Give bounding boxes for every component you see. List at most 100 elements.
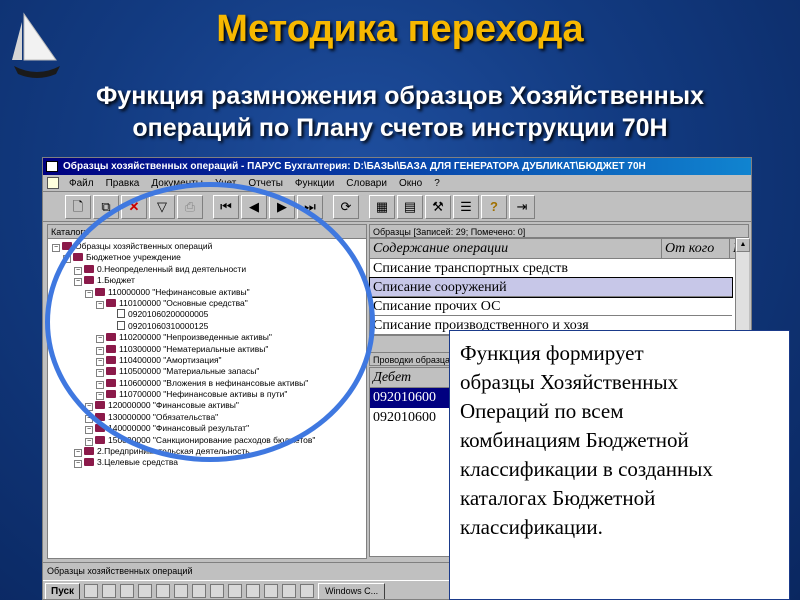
tree-node[interactable]: − 110300000 "Нематериальные активы" [52,344,366,355]
expand-toggle-icon[interactable]: − [85,289,93,298]
menu-reports[interactable]: Отчеты [242,178,289,189]
delete-icon[interactable]: ✕ [121,194,147,219]
accounts-chart-icon[interactable]: ☰ [453,194,479,219]
expand-toggle-icon[interactable]: − [96,357,104,366]
column-operation-content[interactable]: Содержание операции [370,239,662,258]
book-icon [84,276,94,285]
expand-toggle-icon[interactable]: − [74,278,82,287]
menu-documents[interactable]: Документы [145,178,209,189]
next-record-icon[interactable]: ▶ [269,194,295,219]
quick-launch-icon[interactable] [192,584,207,598]
column-debit[interactable]: Дебет [370,368,458,388]
tree-node[interactable]: − 130000000 "Обязательства" [52,412,366,423]
help-icon[interactable]: ? [481,194,507,219]
quick-launch-icon[interactable] [84,584,99,598]
start-button[interactable]: Пуск [45,582,81,599]
tree-node[interactable]: 09201060310000125 [52,320,366,332]
table-row[interactable]: Списание прочих ОС [370,297,732,316]
tree-node[interactable]: − 2.Предпринимательская деятельность [52,446,366,458]
tools-icon[interactable]: ⚒ [425,194,451,219]
menu-file[interactable]: Файл [63,178,100,189]
expand-toggle-icon[interactable]: − [63,255,71,264]
menu-dictionaries[interactable]: Словари [340,178,393,189]
tree-node[interactable]: − 110000000 "Нефинансовые активы" [52,287,366,298]
quick-launch-icon[interactable] [210,584,225,598]
tree-node[interactable]: − 110100000 "Основные средства" [52,298,366,309]
tree-node[interactable]: 09201060200000005 [52,309,366,320]
expand-toggle-icon[interactable]: − [74,460,82,469]
expand-toggle-icon[interactable]: − [52,244,60,252]
callout-line: классификации в созданных [460,457,713,481]
tree-node[interactable]: − Образцы хозяйственных операций [52,241,366,252]
taskbar-window-button[interactable]: Windows C... [318,582,386,599]
expand-toggle-icon[interactable]: − [96,369,104,378]
tree-node[interactable]: − 3.Целевые средства [52,457,366,469]
tree-node[interactable]: − 1.Бюджет [52,275,366,287]
quick-launch-icon[interactable] [156,584,171,598]
samples-scrollbar[interactable]: ▲ [735,238,750,344]
tree-node[interactable]: − 0.Неопределенный вид деятельности [52,264,366,275]
expand-toggle-icon[interactable]: − [96,346,104,355]
quick-launch-icon[interactable] [120,584,135,598]
first-record-icon[interactable]: ⏮ [213,194,239,219]
expand-toggle-icon[interactable]: − [85,414,93,423]
expand-toggle-icon[interactable]: − [96,392,104,401]
expand-toggle-icon[interactable]: − [96,335,104,344]
quick-launch-icon[interactable] [174,584,189,598]
quick-launch-icon[interactable] [300,584,315,598]
mdi-window-icon[interactable] [47,177,59,189]
tree-node[interactable]: − 110700000 "Нефинансовые активы в пути" [52,389,366,401]
tree-node-label: 0.Неопределенный вид деятельности [97,263,247,274]
menu-help[interactable]: ? [428,178,446,189]
tree-node[interactable]: − 110400000 "Амортизация" [52,355,366,366]
quick-launch-icon[interactable] [138,584,153,598]
callout-line: образцы Хозяйственных [460,370,679,394]
print-icon[interactable]: ⎙ [177,194,203,219]
filter-icon[interactable]: ▽ [149,194,175,219]
table-row[interactable]: Списание транспортных средств [370,259,732,278]
expand-toggle-icon[interactable]: − [85,403,93,412]
menu-accounting[interactable]: Учет [209,178,242,189]
tree-node[interactable]: − 140000000 "Финансовый результат" [52,423,366,435]
new-document-icon[interactable]: 🗋 [65,194,91,219]
exit-icon[interactable]: ⇥ [509,194,535,219]
quick-launch-icon[interactable] [102,584,117,598]
window-titlebar: Образцы хозяйственных операций - ПАРУС Б… [43,158,751,175]
postings-row[interactable]: 092010600 [370,388,458,408]
quick-launch-icon[interactable] [264,584,279,598]
quick-launch-icon[interactable] [246,584,261,598]
book-icon [62,242,72,250]
page-icon [117,320,125,330]
scroll-up-icon[interactable]: ▲ [736,238,750,252]
expand-toggle-icon[interactable]: − [85,426,93,435]
expand-toggle-icon[interactable]: − [74,449,82,458]
refresh-icon[interactable]: ⟳ [333,194,359,219]
menu-functions[interactable]: Функции [289,178,340,189]
expand-toggle-icon[interactable]: − [85,437,93,446]
tree-node-label: 110300000 "Нематериальные активы" [119,343,269,354]
quick-launch-icon[interactable] [228,584,243,598]
expand-toggle-icon[interactable]: − [96,380,104,389]
tree-node[interactable]: − 110600000 "Вложения в нефинансовые акти… [52,378,366,389]
expand-toggle-icon[interactable]: − [96,300,104,309]
tree-node[interactable]: − 110500000 "Материальные запасы" [52,366,366,378]
copy-icon[interactable]: ⧉ [93,194,119,219]
menu-edit[interactable]: Правка [100,178,146,189]
prev-record-icon[interactable]: ◀ [241,194,267,219]
last-record-icon[interactable]: ⏭ [297,194,323,219]
calculator-icon[interactable]: ▦ [369,194,395,219]
expand-toggle-icon[interactable]: − [74,266,82,275]
tree-node[interactable]: − 110200000 "Непроизведенные активы" [52,332,366,344]
toolbar: 🗋 ⧉ ✕ ▽ ⎙ ⏮ ◀ ▶ ⏭ ⟳ ▦ ▤ ⚒ ☰ ? ⇥ [43,192,751,222]
tree-node[interactable]: − Бюджетное учреждение [52,252,366,264]
postings-row[interactable]: 092010600 [370,408,458,428]
quick-launch-icon[interactable] [282,584,297,598]
calendar-icon[interactable]: ▤ [397,194,423,219]
book-icon [95,412,105,421]
tree-node-label: 110700000 "Нефинансовые активы в пути" [119,389,288,400]
table-row-selected[interactable]: Списание сооружений [369,277,733,298]
tree-node[interactable]: − 120000000 "Финансовые активы" [52,400,366,412]
column-from-whom[interactable]: От кого [662,239,730,258]
tree-node[interactable]: − 150000000 "Санкционирование расходов бю… [52,435,366,446]
menu-window[interactable]: Окно [393,178,428,189]
